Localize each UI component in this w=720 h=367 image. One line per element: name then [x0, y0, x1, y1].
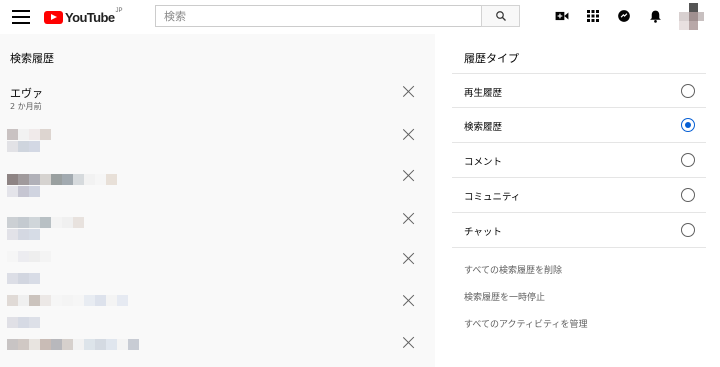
- redacted-text: [7, 339, 139, 350]
- search-history-panel: [0, 34, 435, 367]
- redacted-text: [7, 186, 40, 197]
- messages-icon[interactable]: [617, 9, 631, 23]
- close-icon[interactable]: [402, 85, 415, 98]
- create-video-icon[interactable]: [555, 9, 569, 23]
- redacted-text: [7, 295, 128, 306]
- close-icon[interactable]: [402, 336, 415, 349]
- clear-all-search-history-link[interactable]: すべての検索履歴を削除: [464, 263, 562, 276]
- history-type-label: 再生履歴: [464, 88, 503, 99]
- radio-button-selected[interactable]: [681, 118, 695, 132]
- menu-icon[interactable]: [12, 10, 30, 24]
- section-title: 検索履歴: [10, 52, 54, 65]
- redacted-text: [7, 229, 40, 240]
- avatar[interactable]: [679, 3, 704, 30]
- redacted-text: [7, 273, 40, 284]
- logo-text: YouTube: [65, 9, 115, 25]
- history-type-title: 履歴タイプ: [464, 52, 519, 65]
- redacted-text: [7, 317, 40, 328]
- search-icon: [495, 11, 506, 21]
- youtube-logo[interactable]: YouTube JP: [44, 8, 123, 25]
- apps-icon[interactable]: [586, 9, 600, 23]
- history-type-label: 検索履歴: [464, 122, 503, 133]
- logo-region: JP: [115, 8, 123, 14]
- history-type-community[interactable]: コミュニティ: [452, 178, 706, 213]
- close-icon[interactable]: [402, 252, 415, 265]
- history-time: 2 か月前: [10, 102, 42, 111]
- history-type-label: コミュニティ: [464, 192, 521, 203]
- redacted-text: [7, 174, 117, 185]
- history-type-chat[interactable]: チャット: [452, 213, 706, 248]
- close-icon[interactable]: [402, 169, 415, 182]
- notifications-bell-icon[interactable]: [648, 9, 662, 23]
- search-button[interactable]: [481, 5, 520, 27]
- radio-button[interactable]: [681, 223, 695, 237]
- search-input[interactable]: [155, 5, 481, 27]
- close-icon[interactable]: [402, 212, 415, 225]
- history-type-comments[interactable]: コメント: [452, 143, 706, 178]
- pause-search-history-link[interactable]: 検索履歴を一時停止: [464, 290, 545, 303]
- search-box: [155, 5, 520, 27]
- history-type-search[interactable]: 検索履歴: [452, 108, 706, 143]
- radio-button[interactable]: [681, 84, 695, 98]
- redacted-text: [7, 141, 40, 152]
- manage-all-activity-link[interactable]: すべてのアクティビティを管理: [464, 317, 587, 330]
- top-bar: YouTube JP: [0, 0, 720, 34]
- history-type-watch[interactable]: 再生履歴: [452, 73, 706, 108]
- close-icon[interactable]: [402, 128, 415, 141]
- history-query[interactable]: エヴァ: [10, 85, 43, 101]
- history-type-label: コメント: [464, 157, 503, 168]
- history-type-label: チャット: [464, 227, 502, 238]
- redacted-text: [7, 251, 51, 262]
- play-logo-icon: [44, 10, 63, 24]
- radio-button[interactable]: [681, 153, 695, 167]
- radio-button[interactable]: [681, 188, 695, 202]
- redacted-text: [7, 129, 51, 140]
- close-icon[interactable]: [402, 294, 415, 307]
- redacted-text: [7, 217, 84, 228]
